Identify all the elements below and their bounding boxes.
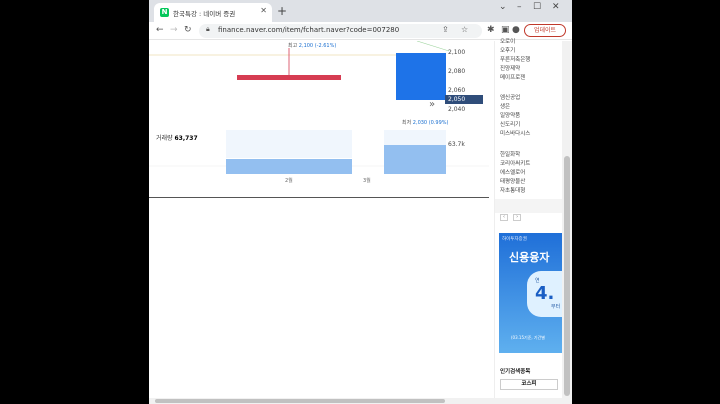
stock-link[interactable]: 오후기 bbox=[500, 46, 515, 54]
stock-link[interactable]: 메이프로젠 bbox=[500, 73, 525, 81]
tab-kospi[interactable]: 코스피 bbox=[500, 379, 558, 390]
forward-icon[interactable]: → bbox=[170, 25, 178, 35]
y-tick: 2,060 bbox=[448, 87, 466, 94]
high-annotation: 최고 2,100 (-2.61%) bbox=[288, 42, 336, 49]
tab-bar: N 한국특강 : 네이버 증권 ✕ + ⌄ – ☐ ✕ bbox=[149, 0, 572, 22]
volume-prefix: 거래량 bbox=[156, 135, 175, 142]
month-label: 2월 bbox=[285, 178, 293, 184]
current-price-tag: 2,050 bbox=[445, 95, 483, 104]
minimize-icon[interactable]: – bbox=[517, 2, 522, 12]
stock-link[interactable]: 엠신공업 bbox=[500, 93, 520, 101]
stock-link[interactable]: 미스바다시스 bbox=[500, 129, 530, 137]
lock-icon[interactable]: 🔒︎ bbox=[206, 25, 210, 34]
extension-icon[interactable]: ✱ bbox=[487, 25, 495, 35]
ad-rate: 4. bbox=[535, 283, 555, 304]
url-text[interactable]: finance.naver.com/item/fchart.naver?code… bbox=[218, 26, 399, 34]
right-sidebar: 오로이 오후기 푸른저축은행 진양제약 메이프로젠 엠신공업 생은 일양약품 신… bbox=[494, 39, 563, 398]
share-icon[interactable]: ⇪ bbox=[442, 25, 449, 34]
y-tick: 2,040 bbox=[448, 106, 466, 113]
low-annotation: 최저 2,030 (0.99%) bbox=[402, 119, 449, 126]
refresh-icon[interactable]: ↻ bbox=[184, 25, 192, 35]
ad-footnote: (03.15기준, 기간별 bbox=[511, 335, 545, 340]
volume-bar-1[interactable] bbox=[226, 159, 352, 174]
pager: ‹ › bbox=[500, 203, 522, 222]
stock-link[interactable]: 에스엘로어 bbox=[500, 168, 525, 176]
stock-link[interactable]: 신도리기 bbox=[500, 120, 520, 128]
stock-link[interactable]: 코리아써키트 bbox=[500, 159, 530, 167]
y-tick: 2,080 bbox=[448, 68, 466, 75]
horizontal-scrollbar[interactable] bbox=[149, 398, 572, 404]
sidepanel-icon[interactable]: ▣ bbox=[501, 25, 510, 35]
page-content: 최고 2,100 (-2.61%) 최저 2,030 (0.99%) 2,100… bbox=[149, 39, 572, 398]
stock-link[interactable]: 푸른저축은행 bbox=[500, 55, 530, 63]
stock-link[interactable]: 자초통대형 bbox=[500, 186, 525, 194]
star-icon[interactable]: ☆ bbox=[461, 25, 468, 34]
chart-divider bbox=[149, 197, 489, 198]
horizontal-scroll-thumb[interactable] bbox=[155, 399, 445, 403]
stock-link[interactable]: 진양제약 bbox=[500, 64, 520, 72]
browser-tab[interactable]: N 한국특강 : 네이버 증권 ✕ bbox=[154, 3, 272, 22]
volume-bar-2[interactable] bbox=[384, 145, 446, 174]
y-tick: 2,100 bbox=[448, 49, 466, 56]
popular-stocks-title: 인기검색종목 bbox=[500, 369, 531, 375]
ad-banner[interactable]: 하이투자증권 신용융자 연 4. 부터 (03.15기준, 기간별 bbox=[499, 233, 563, 353]
stock-link[interactable]: 일양약품 bbox=[500, 111, 520, 119]
low-annotation-prefix: 최저 bbox=[402, 120, 413, 126]
volume-value: 63,737 bbox=[174, 135, 198, 142]
high-annotation-prefix: 최고 bbox=[288, 43, 299, 49]
new-tab-icon[interactable]: + bbox=[277, 4, 287, 18]
stock-link[interactable]: 한일화학 bbox=[500, 150, 520, 158]
tab-title: 한국특강 : 네이버 증권 bbox=[173, 9, 236, 18]
stock-link[interactable]: 생은 bbox=[500, 102, 510, 110]
high-annotation-value: 2,100 (-2.61%) bbox=[298, 43, 337, 49]
ad-rate-sub: 부터 bbox=[551, 304, 561, 310]
candle-up[interactable] bbox=[396, 53, 446, 100]
volume-max-label: 63.7k bbox=[448, 141, 465, 148]
pager-next-button[interactable]: › bbox=[513, 214, 522, 221]
stock-link[interactable]: 오로이 bbox=[500, 37, 515, 45]
volume-label: 거래량 63,737 bbox=[156, 133, 198, 142]
ma-line bbox=[416, 41, 450, 52]
volume-bar-bg-1 bbox=[226, 130, 352, 158]
back-icon[interactable]: ← bbox=[156, 25, 164, 35]
naver-favicon-icon: N bbox=[160, 8, 169, 17]
expand-chart-icon[interactable]: » bbox=[429, 99, 435, 110]
stock-link[interactable]: 태평양물산 bbox=[500, 177, 525, 185]
volume-bar-bg-2 bbox=[384, 130, 446, 145]
ad-brand: 하이투자증권 bbox=[502, 237, 527, 242]
vertical-scrollbar[interactable] bbox=[562, 41, 572, 398]
update-button[interactable]: 업데이트 bbox=[524, 24, 566, 37]
close-tab-icon[interactable]: ✕ bbox=[260, 6, 267, 15]
low-annotation-value: 2,030 (0.99%) bbox=[412, 120, 449, 126]
stock-chart: 최고 2,100 (-2.61%) 최저 2,030 (0.99%) 2,100… bbox=[149, 41, 489, 201]
ad-title: 신용융자 bbox=[509, 251, 550, 264]
month-label: 3월 bbox=[363, 178, 371, 184]
profile-icon[interactable]: ● bbox=[512, 25, 520, 35]
pager-prev-button[interactable]: ‹ bbox=[500, 214, 508, 221]
vertical-scroll-thumb[interactable] bbox=[564, 156, 570, 396]
close-window-icon[interactable]: ✕ bbox=[552, 2, 560, 12]
browser-window: N 한국특강 : 네이버 증권 ✕ + ⌄ – ☐ ✕ ← → ↻ 🔒︎ fin… bbox=[149, 0, 572, 404]
maximize-icon[interactable]: ☐ bbox=[533, 2, 541, 12]
tab-search-icon[interactable]: ⌄ bbox=[499, 2, 507, 12]
address-bar[interactable]: 🔒︎ finance.naver.com/item/fchart.naver?c… bbox=[199, 24, 482, 38]
candle-down[interactable] bbox=[237, 75, 341, 80]
